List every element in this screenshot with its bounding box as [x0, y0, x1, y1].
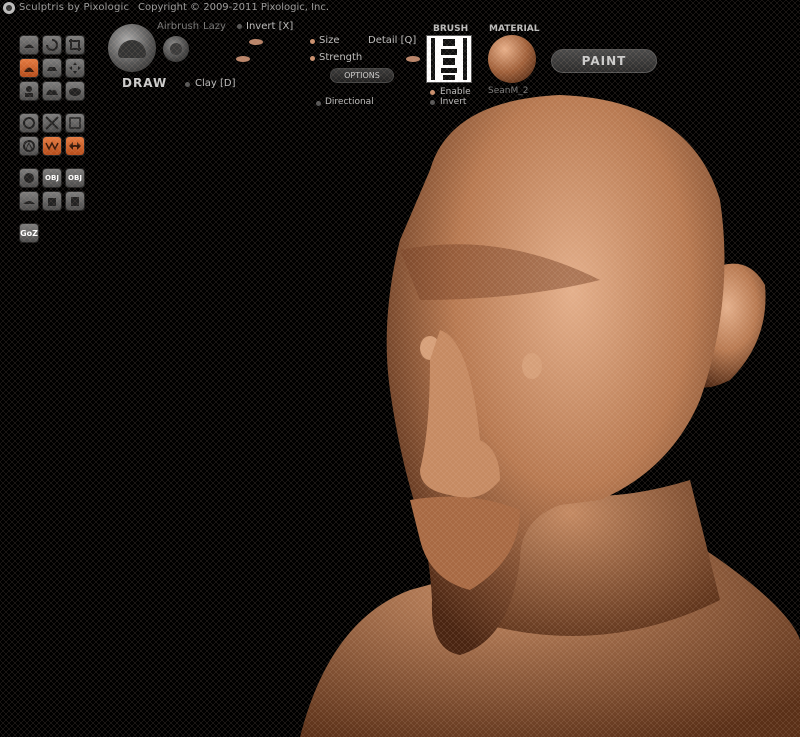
sculpt-viewport[interactable]	[0, 0, 800, 737]
right-eye-mesh	[522, 353, 542, 379]
